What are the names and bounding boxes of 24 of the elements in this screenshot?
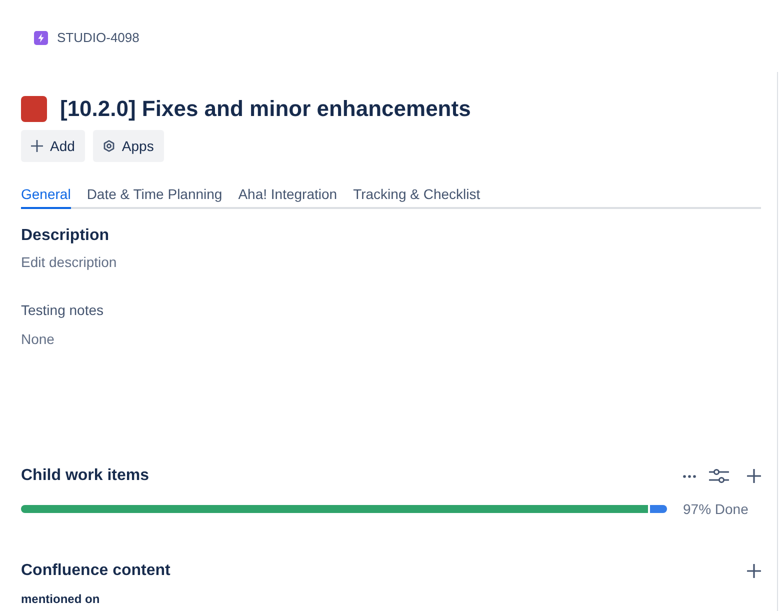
field-value: None [21, 330, 54, 349]
subheading: mentioned on [21, 593, 100, 606]
ellipsis-icon[interactable] [683, 474, 696, 478]
tab[interactable]: Aha! Integration [238, 182, 338, 209]
progress-summary: 97% Done [683, 500, 748, 519]
ring-icon [102, 140, 115, 152]
issue-key-link[interactable]: STUDIO-4098 [57, 31, 140, 45]
section-title: Confluence content [21, 561, 170, 581]
sliders-icon[interactable] [709, 468, 729, 484]
tab[interactable]: Date & Time Planning [86, 182, 222, 209]
plus-icon[interactable] [747, 564, 761, 578]
field-value[interactable]: Edit description [21, 252, 117, 272]
apps-button[interactable]: Apps [92, 130, 164, 162]
field-label: Testing notes [21, 301, 104, 320]
section-title: Child work items [21, 466, 150, 486]
issue-title: [10.2.0] Fixes and minor enhancements [60, 96, 471, 122]
tab[interactable]: General [21, 182, 71, 209]
square-icon [21, 96, 47, 122]
plus-icon [31, 140, 43, 152]
add-button[interactable]: Add [21, 130, 85, 162]
plus-icon[interactable] [747, 469, 761, 483]
field-heading: Description [21, 227, 110, 245]
tab[interactable]: Tracking & Checklist [353, 182, 480, 209]
lightning-icon [34, 31, 48, 45]
